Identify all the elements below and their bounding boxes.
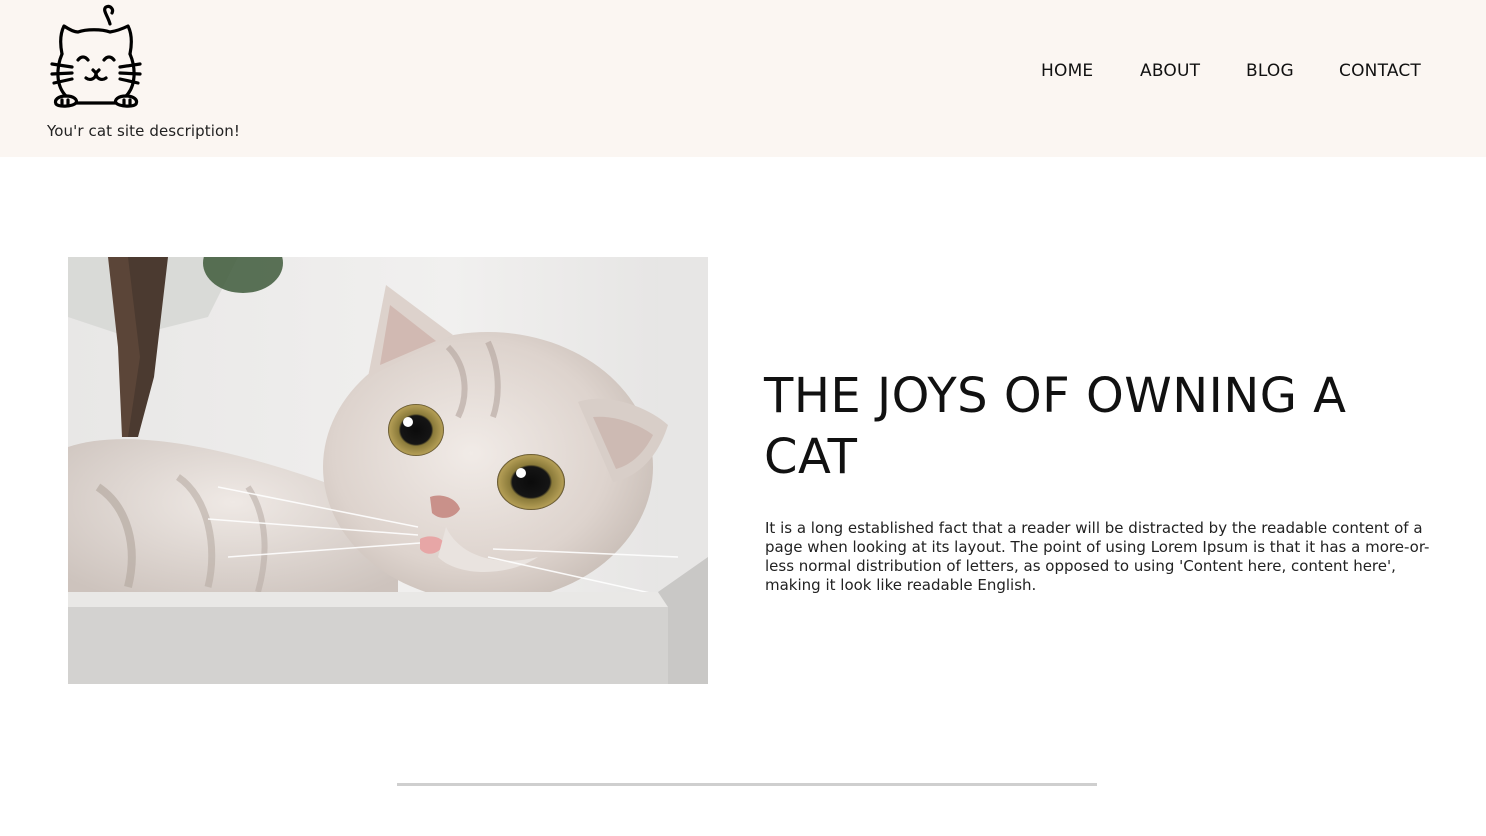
nav-link-home[interactable]: HOME bbox=[1041, 61, 1093, 81]
main-nav: HOME ABOUT BLOG CONTACT bbox=[0, 61, 1486, 85]
hero-title: THE JOYS OF OWNING A CAT bbox=[764, 368, 1347, 485]
site-header: You'r cat site description! HOME ABOUT B… bbox=[0, 0, 1486, 157]
nav-link-about[interactable]: ABOUT bbox=[1140, 61, 1200, 81]
section-divider bbox=[397, 783, 1097, 786]
cat-face-icon bbox=[50, 4, 142, 108]
nav-link-contact[interactable]: CONTACT bbox=[1339, 61, 1421, 81]
hero-cat-photo bbox=[68, 257, 708, 684]
nav-link-blog[interactable]: BLOG bbox=[1246, 61, 1294, 81]
site-logo[interactable] bbox=[50, 4, 144, 110]
hero-body-text: It is a long established fact that a rea… bbox=[765, 519, 1430, 594]
site-description: You'r cat site description! bbox=[47, 122, 240, 140]
